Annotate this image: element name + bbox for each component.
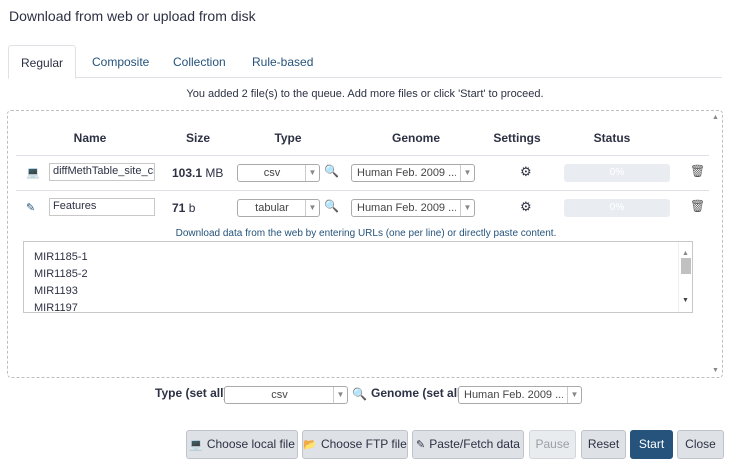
table-row: ✎ Features 71 b tabular ▼ 🔍 Human Feb. 2… <box>16 192 709 224</box>
size-value: 71 <box>172 201 186 215</box>
genome-select-value: Human Feb. 2009 ... <box>357 167 456 179</box>
queue-scrollbar[interactable]: ▲ ▼ <box>710 111 722 377</box>
type-set-all-label: Type (set all): <box>155 386 232 400</box>
row-divider <box>16 190 709 191</box>
upload-queue-box: ▲ ▼ Name Size Type Genome Settings Statu… <box>7 110 723 378</box>
table-row: 💻 diffMethTable_site_cmp 103.1 MB csv ▼ … <box>16 157 709 189</box>
dialog-title: Download from web or upload from disk <box>9 8 256 24</box>
chevron-down-icon: ▼ <box>460 165 474 181</box>
scroll-up-icon[interactable]: ▲ <box>712 114 719 121</box>
edit-icon: ✎ <box>416 439 426 451</box>
upload-tabs: Regular Composite Collection Rule-based <box>8 45 722 79</box>
type-set-all-value: csv <box>271 389 288 401</box>
gear-icon[interactable]: ⚙ <box>520 199 532 215</box>
genome-set-all-value: Human Feb. 2009 ... <box>464 389 563 401</box>
scroll-thumb[interactable] <box>681 258 691 274</box>
paste-hint: Download data from the web by entering U… <box>175 228 557 239</box>
chevron-down-icon: ▼ <box>333 387 347 403</box>
choose-local-file-label: Choose local file <box>206 437 295 451</box>
paste-line: MIR1185-2 <box>34 268 88 280</box>
genome-select[interactable]: Human Feb. 2009 ... ▼ <box>351 199 475 217</box>
chevron-down-icon: ▼ <box>460 200 474 216</box>
scroll-down-icon[interactable]: ▼ <box>682 292 689 309</box>
chevron-down-icon: ▼ <box>567 387 581 403</box>
laptop-icon: 💻 <box>26 167 40 179</box>
paste-line: MIR1193 <box>34 285 78 297</box>
paste-line: MIR1197 <box>34 302 78 313</box>
file-name-input[interactable]: Features <box>49 198 155 216</box>
type-select[interactable]: tabular ▼ <box>237 199 320 217</box>
pause-button[interactable]: Pause <box>529 430 576 459</box>
header-name: Name <box>73 131 107 145</box>
paste-line: MIR1185-1 <box>34 251 88 263</box>
queue-info-text: You added 2 file(s) to the queue. Add mo… <box>186 88 544 100</box>
textarea-scrollbar[interactable]: ▲ ▼ <box>678 242 692 312</box>
chevron-down-icon: ▼ <box>305 165 319 181</box>
tab-composite[interactable]: Composite <box>80 45 161 78</box>
tab-collection[interactable]: Collection <box>161 45 238 78</box>
genome-set-all-label: Genome (set all): <box>371 386 469 400</box>
close-button[interactable]: Close <box>677 430 724 459</box>
choose-ftp-file-button[interactable]: 📂 Choose FTP file <box>302 430 408 459</box>
choose-local-file-button[interactable]: 💻 Choose local file <box>186 430 298 459</box>
trash-icon[interactable]: 🗑 <box>690 164 705 178</box>
laptop-icon: 💻 <box>189 439 203 451</box>
paste-textarea[interactable]: MIR1185-1 MIR1185-2 MIR1193 MIR1197 ▲ ▼ <box>23 241 693 313</box>
status-progress: 0% <box>564 199 670 217</box>
chevron-down-icon: ▼ <box>305 200 319 216</box>
file-name-input[interactable]: diffMethTable_site_cmp <box>49 163 155 181</box>
type-select[interactable]: csv ▼ <box>237 164 320 182</box>
header-status: Status <box>593 131 631 145</box>
gear-icon[interactable]: ⚙ <box>520 164 532 180</box>
start-button[interactable]: Start <box>630 430 673 459</box>
tab-rule-based[interactable]: Rule-based <box>240 45 325 78</box>
genome-select-value: Human Feb. 2009 ... <box>357 202 456 214</box>
reset-button[interactable]: Reset <box>581 430 626 459</box>
paste-fetch-label: Paste/Fetch data <box>429 437 520 451</box>
header-type: Type <box>274 131 302 145</box>
search-icon[interactable]: 🔍 <box>324 164 339 178</box>
header-size: Size <box>185 131 210 145</box>
search-icon[interactable]: 🔍 <box>352 387 367 401</box>
header-divider <box>16 155 709 156</box>
status-progress: 0% <box>564 164 670 182</box>
type-set-all-select[interactable]: csv ▼ <box>224 386 348 404</box>
size-value: 103.1 <box>172 166 203 180</box>
header-genome: Genome <box>391 131 440 145</box>
paste-fetch-button[interactable]: ✎ Paste/Fetch data <box>412 430 524 459</box>
header-settings: Settings <box>493 131 541 145</box>
size-unit: MB <box>205 166 224 180</box>
trash-icon[interactable]: 🗑 <box>690 199 705 213</box>
type-select-value: csv <box>263 167 281 179</box>
edit-icon: ✎ <box>26 202 36 214</box>
tab-regular[interactable]: Regular <box>8 45 77 79</box>
type-select-value: tabular <box>255 202 289 214</box>
size-unit: b <box>188 201 196 215</box>
choose-ftp-file-label: Choose FTP file <box>320 437 407 451</box>
genome-select[interactable]: Human Feb. 2009 ... ▼ <box>351 164 475 182</box>
scroll-down-icon[interactable]: ▼ <box>712 367 719 374</box>
genome-set-all-select[interactable]: Human Feb. 2009 ... ▼ <box>458 386 582 404</box>
folder-icon: 📂 <box>303 439 317 451</box>
search-icon[interactable]: 🔍 <box>324 199 339 213</box>
